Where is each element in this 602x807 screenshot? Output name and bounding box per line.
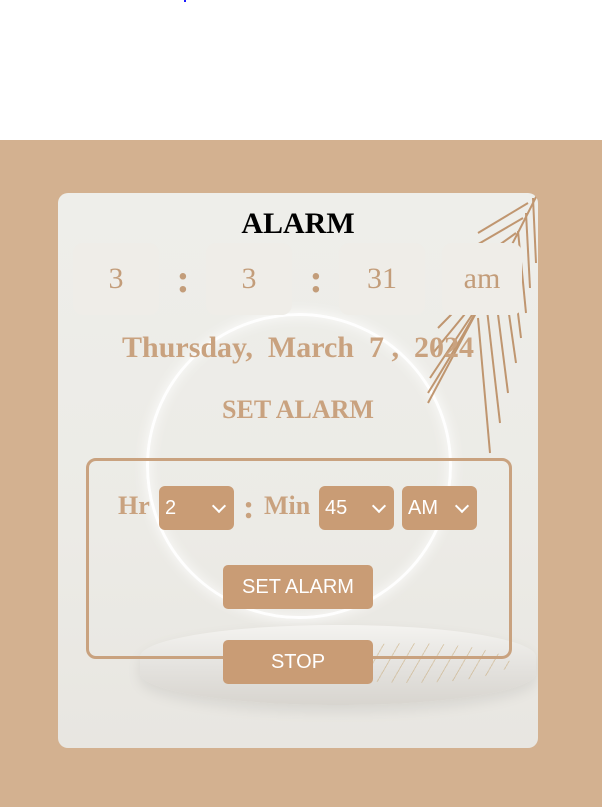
stop-button[interactable]: STOP xyxy=(223,640,373,684)
page-title: ALARM xyxy=(241,207,355,240)
chevron-down-icon xyxy=(454,498,470,514)
alarm-separator: : xyxy=(243,489,255,526)
chevron-down-icon xyxy=(371,498,387,514)
clock-minutes: 3 xyxy=(206,243,292,315)
period-select-value: AM xyxy=(408,497,438,519)
set-alarm-button[interactable]: SET ALARM xyxy=(223,565,373,609)
period-select[interactable]: AM xyxy=(402,486,477,530)
current-date: Thursday, March 7 , 2024 xyxy=(122,331,474,364)
minute-select-value: 45 xyxy=(325,497,348,519)
chevron-down-icon xyxy=(211,498,227,514)
set-alarm-heading: SET ALARM xyxy=(222,395,374,424)
clock-period: am xyxy=(442,243,522,315)
stray-dot xyxy=(184,0,186,2)
minute-label: Min xyxy=(264,491,311,520)
alarm-card: ALARM 3 : 3 : 31 am Thursday, March 7 , … xyxy=(58,193,538,748)
clock-separator: : xyxy=(176,256,190,301)
hour-select-value: 2 xyxy=(165,497,177,519)
minute-select[interactable]: 45 xyxy=(319,486,394,530)
clock-separator: : xyxy=(309,256,323,301)
clock-seconds: 31 xyxy=(339,243,425,315)
clock-hours: 3 xyxy=(73,243,159,315)
hour-label: Hr xyxy=(118,491,150,520)
hour-select[interactable]: 2 xyxy=(159,486,234,530)
